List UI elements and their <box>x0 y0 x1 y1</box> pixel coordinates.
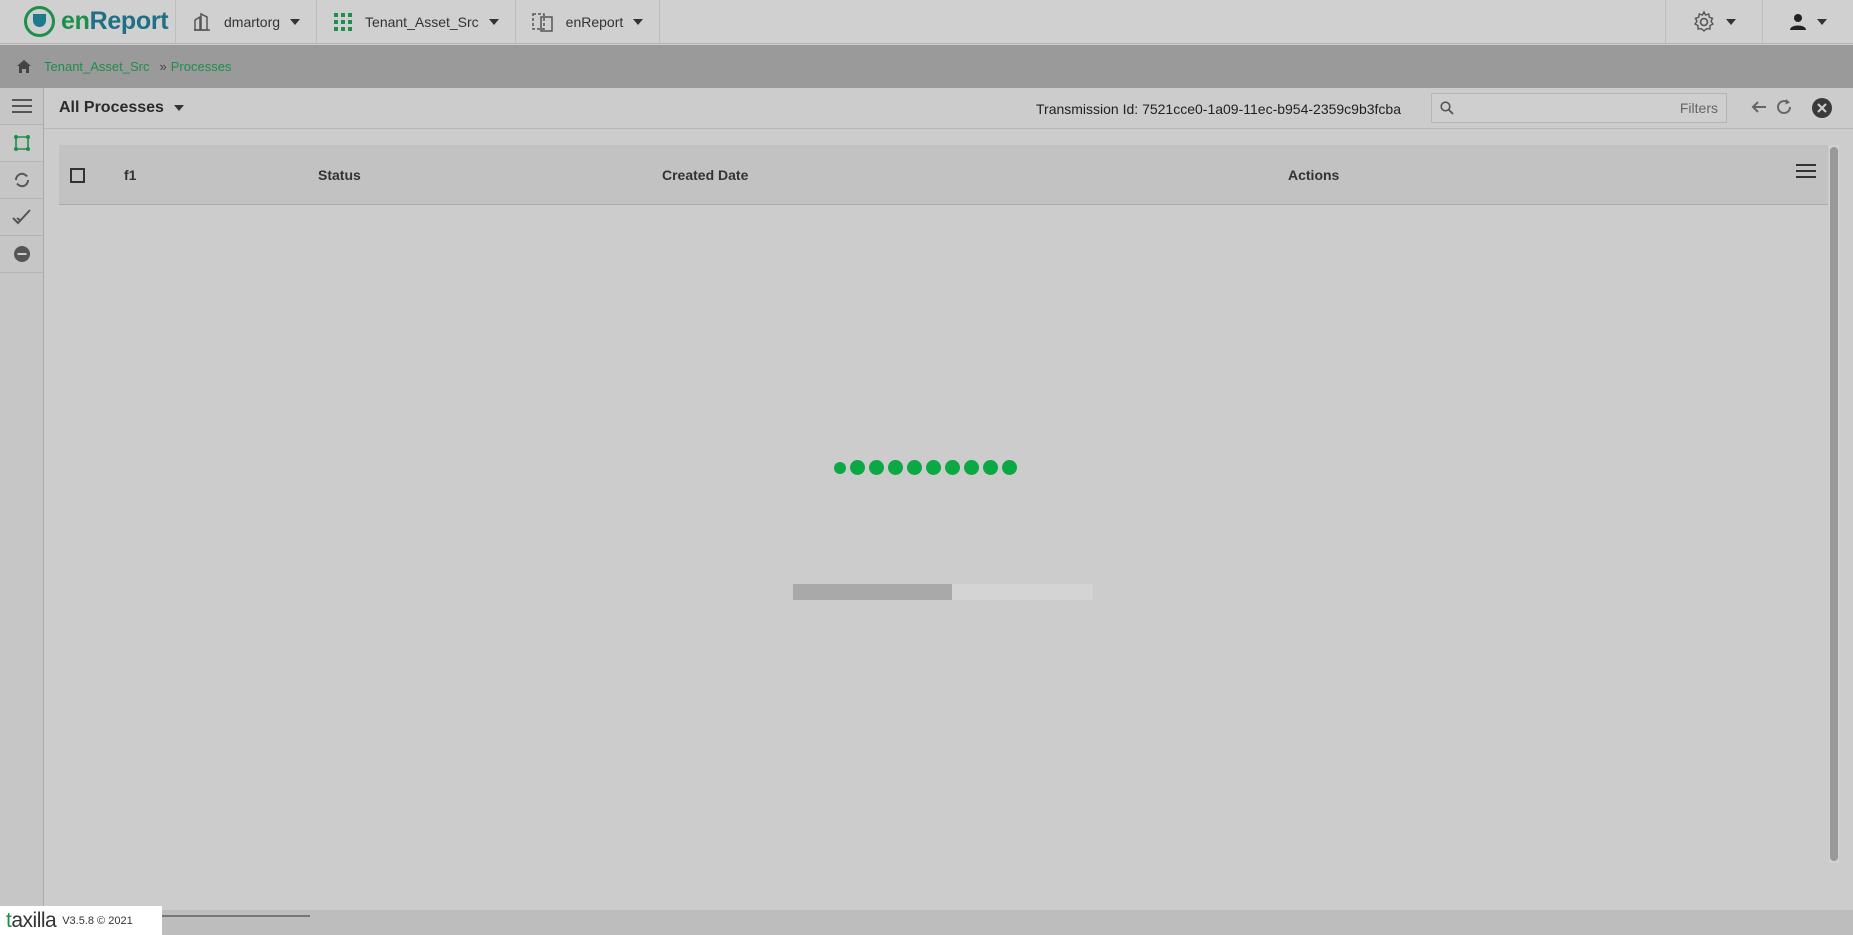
refresh-cycle-icon <box>13 171 31 189</box>
tenant-dropdown[interactable]: Tenant_Asset_Src <box>316 0 515 43</box>
enreport-logo-icon <box>24 6 55 37</box>
breadcrumb-tenant[interactable]: Tenant_Asset_Src <box>44 59 150 74</box>
brand-name: enReport <box>61 7 169 36</box>
footer: taxilla V3.5.8 © 2021 <box>0 906 162 935</box>
column-menu-icon[interactable] <box>1796 164 1816 181</box>
loading-dot <box>983 460 998 475</box>
footer-strip <box>44 910 1853 935</box>
loading-dot <box>850 460 865 475</box>
column-header-actions: Actions <box>1288 167 1340 183</box>
loading-progress-bar <box>793 584 1093 600</box>
breadcrumb: Tenant_Asset_Src » Processes <box>0 45 1853 88</box>
home-icon[interactable] <box>16 59 32 74</box>
column-header-status[interactable]: Status <box>318 167 361 183</box>
loading-dot <box>869 460 884 475</box>
loading-dot <box>926 460 941 475</box>
table-header: f1 Status Created Date Actions <box>59 145 1828 205</box>
view-selector[interactable]: All Processes <box>59 99 184 117</box>
taxilla-logo: taxilla <box>6 908 57 933</box>
sidebar-item-cycle[interactable] <box>0 162 43 199</box>
refresh-icon[interactable] <box>1775 98 1793 116</box>
content-toolbar: All Processes Transmission Id: 7521cce0-… <box>44 88 1853 129</box>
breadcrumb-separator: » <box>159 59 167 74</box>
check-all-icon <box>11 208 32 226</box>
chevron-down-icon <box>173 105 184 111</box>
loading-dot <box>834 461 846 474</box>
user-icon <box>1789 13 1807 31</box>
back-arrow-icon[interactable] <box>1750 98 1768 116</box>
chevron-down-icon <box>1817 18 1827 25</box>
settings-dropdown[interactable] <box>1665 0 1762 43</box>
brand-suffix: Report <box>89 7 169 35</box>
transmission-id: Transmission Id: 7521cce0-1a09-11ec-b954… <box>1036 101 1402 117</box>
app-switch-name: enReport <box>565 13 624 30</box>
hamburger-icon <box>11 99 32 113</box>
breadcrumb-processes[interactable]: Processes <box>171 59 232 74</box>
loading-dot <box>1002 460 1017 475</box>
sidebar-item-processes[interactable] <box>0 125 43 162</box>
switch-app-icon <box>531 12 554 32</box>
app-switch-dropdown[interactable]: enReport <box>514 0 661 43</box>
footer-divider <box>162 915 310 917</box>
user-dropdown[interactable] <box>1762 0 1853 43</box>
view-selector-label: All Processes <box>59 99 164 116</box>
top-navbar: enReport dmartorg Tenant_Asset_Src enRep… <box>0 0 1853 44</box>
loading-dot <box>907 460 922 475</box>
org-name: dmartorg <box>224 13 281 30</box>
tenant-name: Tenant_Asset_Src <box>365 13 479 30</box>
column-header-f1[interactable]: f1 <box>124 167 136 183</box>
process-icon <box>13 134 31 152</box>
loading-dot <box>888 460 903 475</box>
minus-circle-icon <box>13 245 31 263</box>
brand-prefix: en <box>61 7 90 35</box>
brand[interactable]: enReport <box>0 0 175 43</box>
sidebar-item-cancelled[interactable] <box>0 236 43 273</box>
table-scrollbar[interactable] <box>1829 145 1839 863</box>
filters-button[interactable]: Filters <box>1680 100 1718 116</box>
search-icon <box>1440 101 1454 115</box>
chevron-down-icon <box>1726 18 1736 25</box>
version-text: V3.5.8 © 2021 <box>62 914 133 927</box>
chevron-down-icon <box>290 18 301 25</box>
sidebar-item-completed[interactable] <box>0 199 43 236</box>
progress-track <box>952 584 1093 600</box>
left-sidebar <box>0 88 44 935</box>
column-header-created-date[interactable]: Created Date <box>662 167 748 183</box>
logo-rest: axilla <box>11 908 57 932</box>
sidebar-menu-toggle[interactable] <box>0 88 43 125</box>
gear-icon <box>1692 9 1716 34</box>
scrollbar-thumb[interactable] <box>1830 147 1838 861</box>
org-dropdown[interactable]: dmartorg <box>175 0 316 43</box>
building-icon <box>192 12 212 32</box>
chevron-down-icon <box>633 18 644 25</box>
search-box[interactable]: Filters <box>1431 93 1727 123</box>
progress-fill <box>793 584 952 600</box>
loading-dots <box>834 460 1021 475</box>
apps-grid-icon <box>333 12 353 32</box>
close-circle-icon[interactable] <box>1811 97 1833 119</box>
chevron-down-icon <box>488 18 499 25</box>
loading-dot <box>945 460 960 475</box>
loading-dot <box>964 460 979 475</box>
search-input[interactable] <box>1462 100 1680 116</box>
select-all-checkbox[interactable] <box>70 168 85 183</box>
main-content: All Processes Transmission Id: 7521cce0-… <box>44 88 1853 910</box>
